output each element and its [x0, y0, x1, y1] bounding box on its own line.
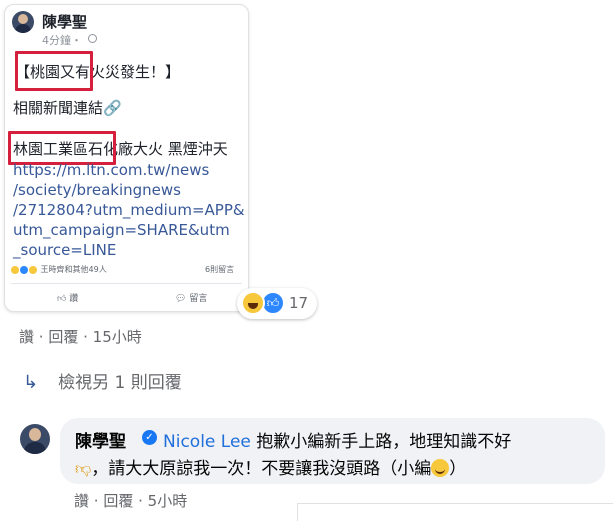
haha-reaction-icon	[241, 291, 265, 315]
reply-author-avatar[interactable]	[20, 424, 50, 454]
comment-timestamp[interactable]: 15小時	[93, 328, 142, 346]
card-related-news: 相關新聞連結🔗	[13, 99, 122, 117]
verified-badge-icon: ✓	[142, 430, 157, 445]
highlight-box-taoyuan	[15, 51, 93, 91]
popup-panel-edge	[297, 503, 613, 521]
reply-reply-action[interactable]: 回覆	[103, 492, 133, 510]
card-comment-label: 留言	[189, 294, 208, 304]
card-like-label: 讚	[69, 294, 79, 304]
mention-link[interactable]: Nicole Lee	[163, 432, 251, 452]
like-mini-icon	[20, 265, 28, 274]
reaction-summary[interactable]: 👍︎ 17	[237, 288, 317, 319]
reaction-count: 17	[289, 294, 309, 312]
thumbs-down-icon: 👎︎	[75, 459, 92, 478]
wow-mini-icon	[29, 265, 37, 274]
view-more-replies-label: 檢視另 1 則回覆	[58, 373, 182, 393]
separator: ·	[78, 328, 93, 346]
smile-emoji-icon	[431, 459, 450, 477]
comment-actions: 讚 · 回覆 · 15小時	[19, 326, 142, 347]
globe-icon	[88, 34, 97, 43]
card-news-url: https://m.ltn.com.tw/news /society/break…	[13, 161, 245, 259]
reply-text-line1: Nicole Lee 抱歉小編新手上路，地理知識不好	[163, 427, 511, 452]
reply-timestamp[interactable]: 5小時	[148, 492, 188, 510]
card-comment-count: 6則留言	[205, 265, 235, 274]
shared-screenshot-image[interactable]: 陳學聖 4分鐘・ 【桃園又有火災發生！】 相關新聞連結🔗 林園工業區石化廠大火 …	[4, 4, 249, 312]
speech-bubble-icon: 💬︎	[175, 294, 187, 304]
separator: ·	[133, 492, 148, 510]
card-divider	[11, 283, 242, 284]
reply-text: 抱歉小編新手上路，地理知識不好	[250, 432, 512, 452]
card-like-button: 👍︎ 讚	[57, 291, 78, 304]
reply-text-cont: ，請大大原諒我一次！不要讓我沒頭路（小編	[91, 459, 432, 479]
card-reactions-text: 王時齊和其他49人	[40, 265, 107, 274]
reply-arrow-icon: ↳	[23, 372, 39, 393]
thumbs-up-icon: 👍︎	[57, 294, 67, 304]
card-author-name: 陳學聖	[42, 13, 88, 31]
haha-mini-icon	[11, 265, 19, 274]
reply-action[interactable]: 回覆	[48, 328, 78, 346]
card-comment-button: 💬︎ 留言	[175, 291, 207, 304]
reply-author-name[interactable]: 陳學聖	[75, 427, 126, 452]
separator: ·	[34, 328, 49, 346]
card-post-time: 4分鐘・	[42, 34, 82, 47]
reply-like-action[interactable]: 讚	[74, 492, 89, 510]
reply-text-end: ）	[449, 459, 467, 479]
separator: ·	[89, 492, 104, 510]
author-avatar	[12, 11, 34, 33]
reply-actions: 讚 · 回覆 · 5小時	[74, 490, 187, 511]
reply-bubble: 陳學聖 ✓ Nicole Lee 抱歉小編新手上路，地理知識不好 👎︎，請大大原…	[60, 418, 605, 484]
reply-text-line2: 👎︎，請大大原諒我一次！不要讓我沒頭路（小編 ）	[75, 454, 466, 479]
card-reactions-summary: 王時齊和其他49人	[11, 264, 107, 275]
view-more-replies[interactable]: ↳ 檢視另 1 則回覆	[23, 368, 182, 393]
like-action[interactable]: 讚	[19, 328, 34, 346]
